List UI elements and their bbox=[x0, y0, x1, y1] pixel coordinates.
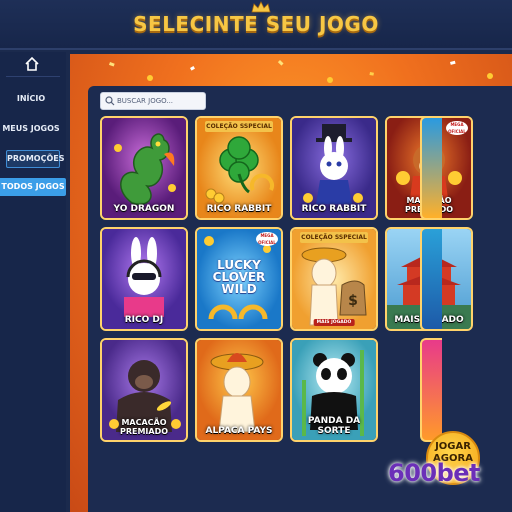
sidebar: INÍCIO MEUS JOGOS PROMOÇÕES TODOS JOGOS bbox=[0, 52, 66, 512]
sidebar-item-inicio[interactable]: INÍCIO bbox=[0, 90, 62, 108]
search-icon bbox=[105, 96, 115, 106]
game-tile-macacao-premiado[interactable]: MACACÃO PREMIADO bbox=[100, 338, 188, 442]
game-tile-panda-da-sorte[interactable]: PANDA DA SORTE bbox=[290, 338, 378, 442]
sidebar-item-promocoes[interactable]: PROMOÇÕES bbox=[6, 150, 64, 168]
dj-rabbit-art bbox=[102, 229, 186, 329]
game-title: ALPACA PAYS bbox=[205, 426, 273, 436]
search-input[interactable] bbox=[117, 94, 203, 108]
brand-logo: 600bet bbox=[388, 459, 481, 487]
ribbon-label: COLEÇÃO SSPECIAL bbox=[205, 121, 273, 132]
header: SELECINTE SEU JOGO bbox=[0, 0, 512, 50]
game-title: RICO DJ bbox=[124, 315, 164, 325]
game-title: LUCKY CLOVER WILD bbox=[212, 258, 266, 296]
mega-oficial-badge: MEGA OFICIAL bbox=[256, 232, 278, 246]
game-tile-partial[interactable] bbox=[420, 116, 442, 220]
game-tile-partial[interactable] bbox=[420, 227, 442, 331]
ribbon-label: COLEÇÃO SSPECIAL bbox=[300, 232, 368, 243]
dragon-art bbox=[102, 118, 186, 218]
mega-oficial-badge: MEGA OFICIAL bbox=[446, 121, 468, 135]
game-title: RICO RABBIT bbox=[301, 204, 367, 214]
search-bar[interactable] bbox=[100, 92, 206, 110]
game-tile-lucky-clover-wild[interactable]: LUCKY CLOVER WILD MEGA OFICIAL bbox=[195, 227, 283, 331]
game-tile-rico-rabbit[interactable]: RICO RABBIT bbox=[290, 116, 378, 220]
game-tile-rico-dj[interactable]: RICO DJ bbox=[100, 227, 188, 331]
game-tile-partial[interactable] bbox=[420, 338, 442, 442]
game-tile-yo-dragon[interactable]: YO DRAGON bbox=[100, 116, 188, 220]
home-icon[interactable] bbox=[24, 56, 40, 72]
clover-art bbox=[197, 118, 281, 218]
alpaca-art bbox=[197, 340, 281, 440]
game-tile-rico-rabbit[interactable]: COLEÇÃO SSPECIAL RICO RABBIT bbox=[195, 116, 283, 220]
mais-jogado-badge: MAIS JOGADO bbox=[313, 319, 355, 326]
divider bbox=[6, 76, 60, 77]
rabbit-art bbox=[292, 118, 376, 218]
game-tile-alpaca-special[interactable]: $ COLEÇÃO SSPECIAL MAIS JOGADO bbox=[290, 227, 378, 331]
svg-text:$: $ bbox=[348, 293, 358, 309]
game-title: YO DRAGON bbox=[113, 204, 175, 214]
page-title: SELECINTE SEU JOGO bbox=[133, 12, 379, 36]
game-title: RICO RABBIT bbox=[206, 204, 272, 214]
game-title: MACACÃO PREMIADO bbox=[119, 418, 169, 436]
game-tile-alpaca-pays[interactable]: ALPACA PAYS bbox=[195, 338, 283, 442]
alpaca-money-art: $ bbox=[292, 229, 376, 329]
sidebar-item-todos-jogos[interactable]: TODOS JOGOS bbox=[0, 178, 66, 196]
sidebar-item-meus-jogos[interactable]: MEUS JOGOS bbox=[0, 120, 62, 138]
game-title: PANDA DA SORTE bbox=[307, 416, 361, 436]
